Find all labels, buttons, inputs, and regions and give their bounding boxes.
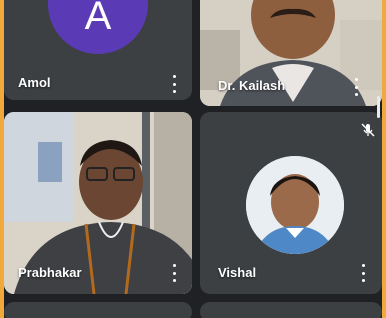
participant-tile[interactable] [4, 302, 192, 318]
participant-tile-vishal[interactable]: Vishal [200, 112, 382, 294]
scrollbar[interactable] [377, 96, 380, 118]
avatar: A [48, 0, 148, 54]
participant-tile-amol[interactable]: A Amol [4, 0, 192, 100]
mic-off-icon [358, 120, 378, 140]
participant-name: Vishal [218, 265, 257, 280]
participant-name: Amol [18, 75, 51, 90]
participant-tile-dr-kailash[interactable]: Dr. Kailash [200, 0, 382, 106]
more-vert-icon[interactable] [167, 75, 181, 93]
avatar [246, 156, 344, 254]
meeting-grid: A Amol Dr. Kailash Prabhakar Vishal [4, 0, 382, 318]
more-vert-icon[interactable] [356, 264, 370, 282]
more-vert-icon[interactable] [167, 264, 181, 282]
participant-name: Dr. Kailash [218, 78, 286, 93]
participant-tile-prabhakar[interactable]: Prabhakar [4, 112, 192, 294]
more-vert-icon[interactable] [349, 78, 363, 96]
participant-name: Prabhakar [18, 265, 82, 280]
participant-tile[interactable] [200, 302, 382, 318]
